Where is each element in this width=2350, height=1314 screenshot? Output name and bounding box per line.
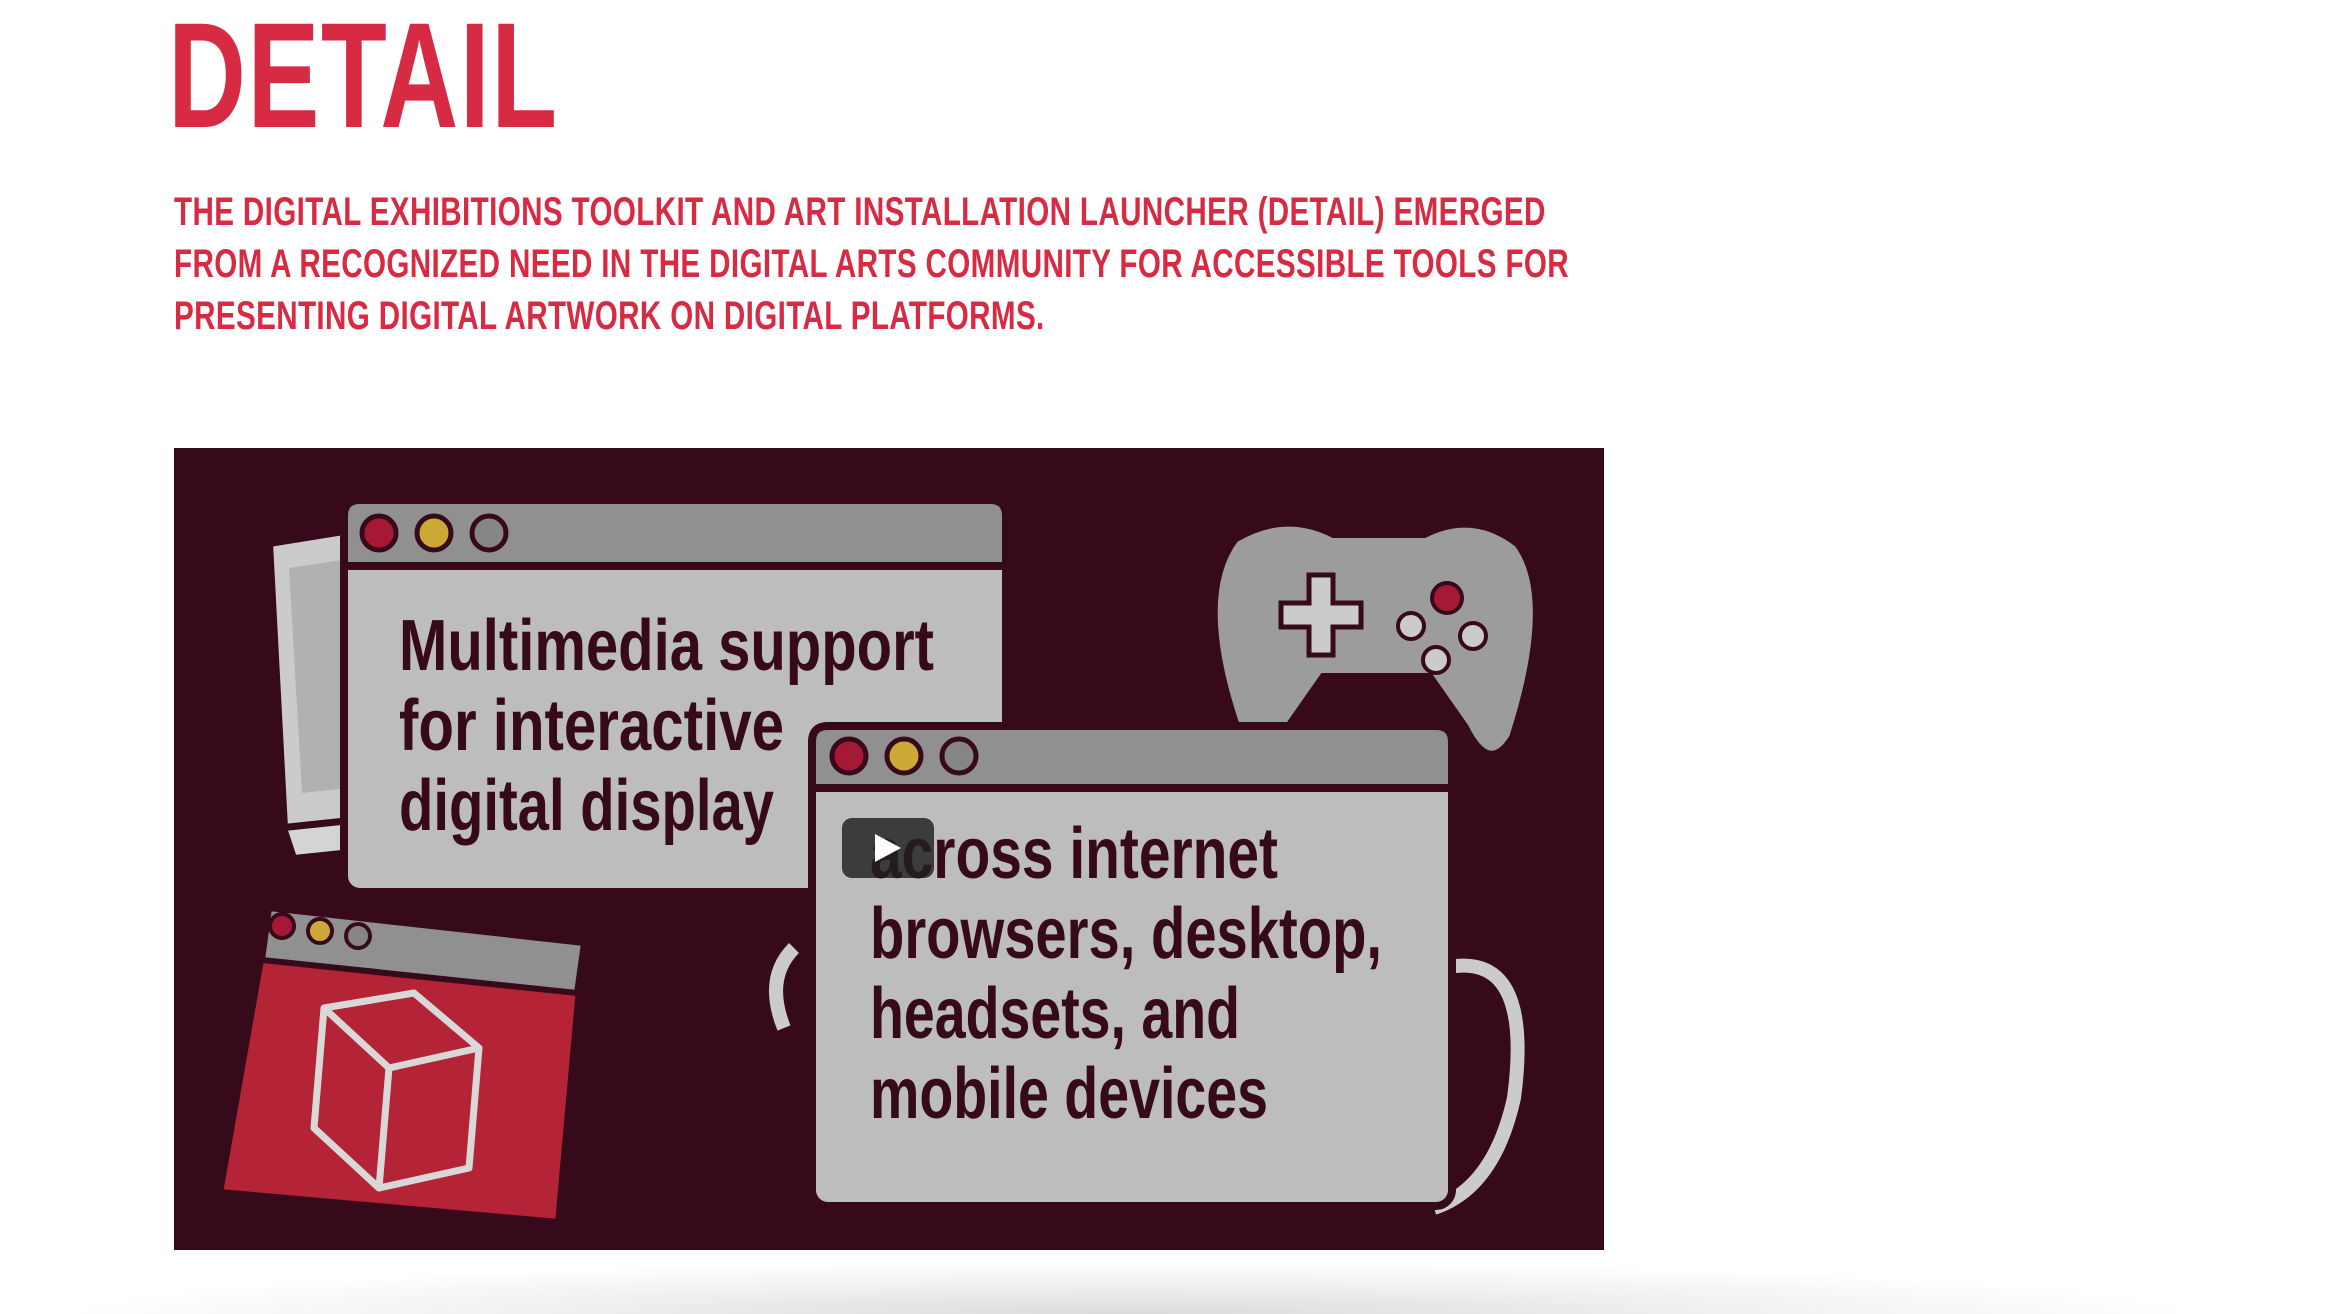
play-button[interactable]: [842, 818, 934, 878]
play-icon: [875, 834, 901, 862]
video-player[interactable]: Multimedia support for interactive digit…: [174, 448, 1604, 1250]
page: DETAIL THE DIGITAL EXHIBITIONS TOOLKIT A…: [0, 0, 2350, 1314]
intro-paragraph: THE DIGITAL EXHIBITIONS TOOLKIT AND ART …: [174, 190, 1570, 338]
page-title: DETAIL: [168, 0, 559, 159]
footer-shadow: [80, 1262, 2180, 1314]
